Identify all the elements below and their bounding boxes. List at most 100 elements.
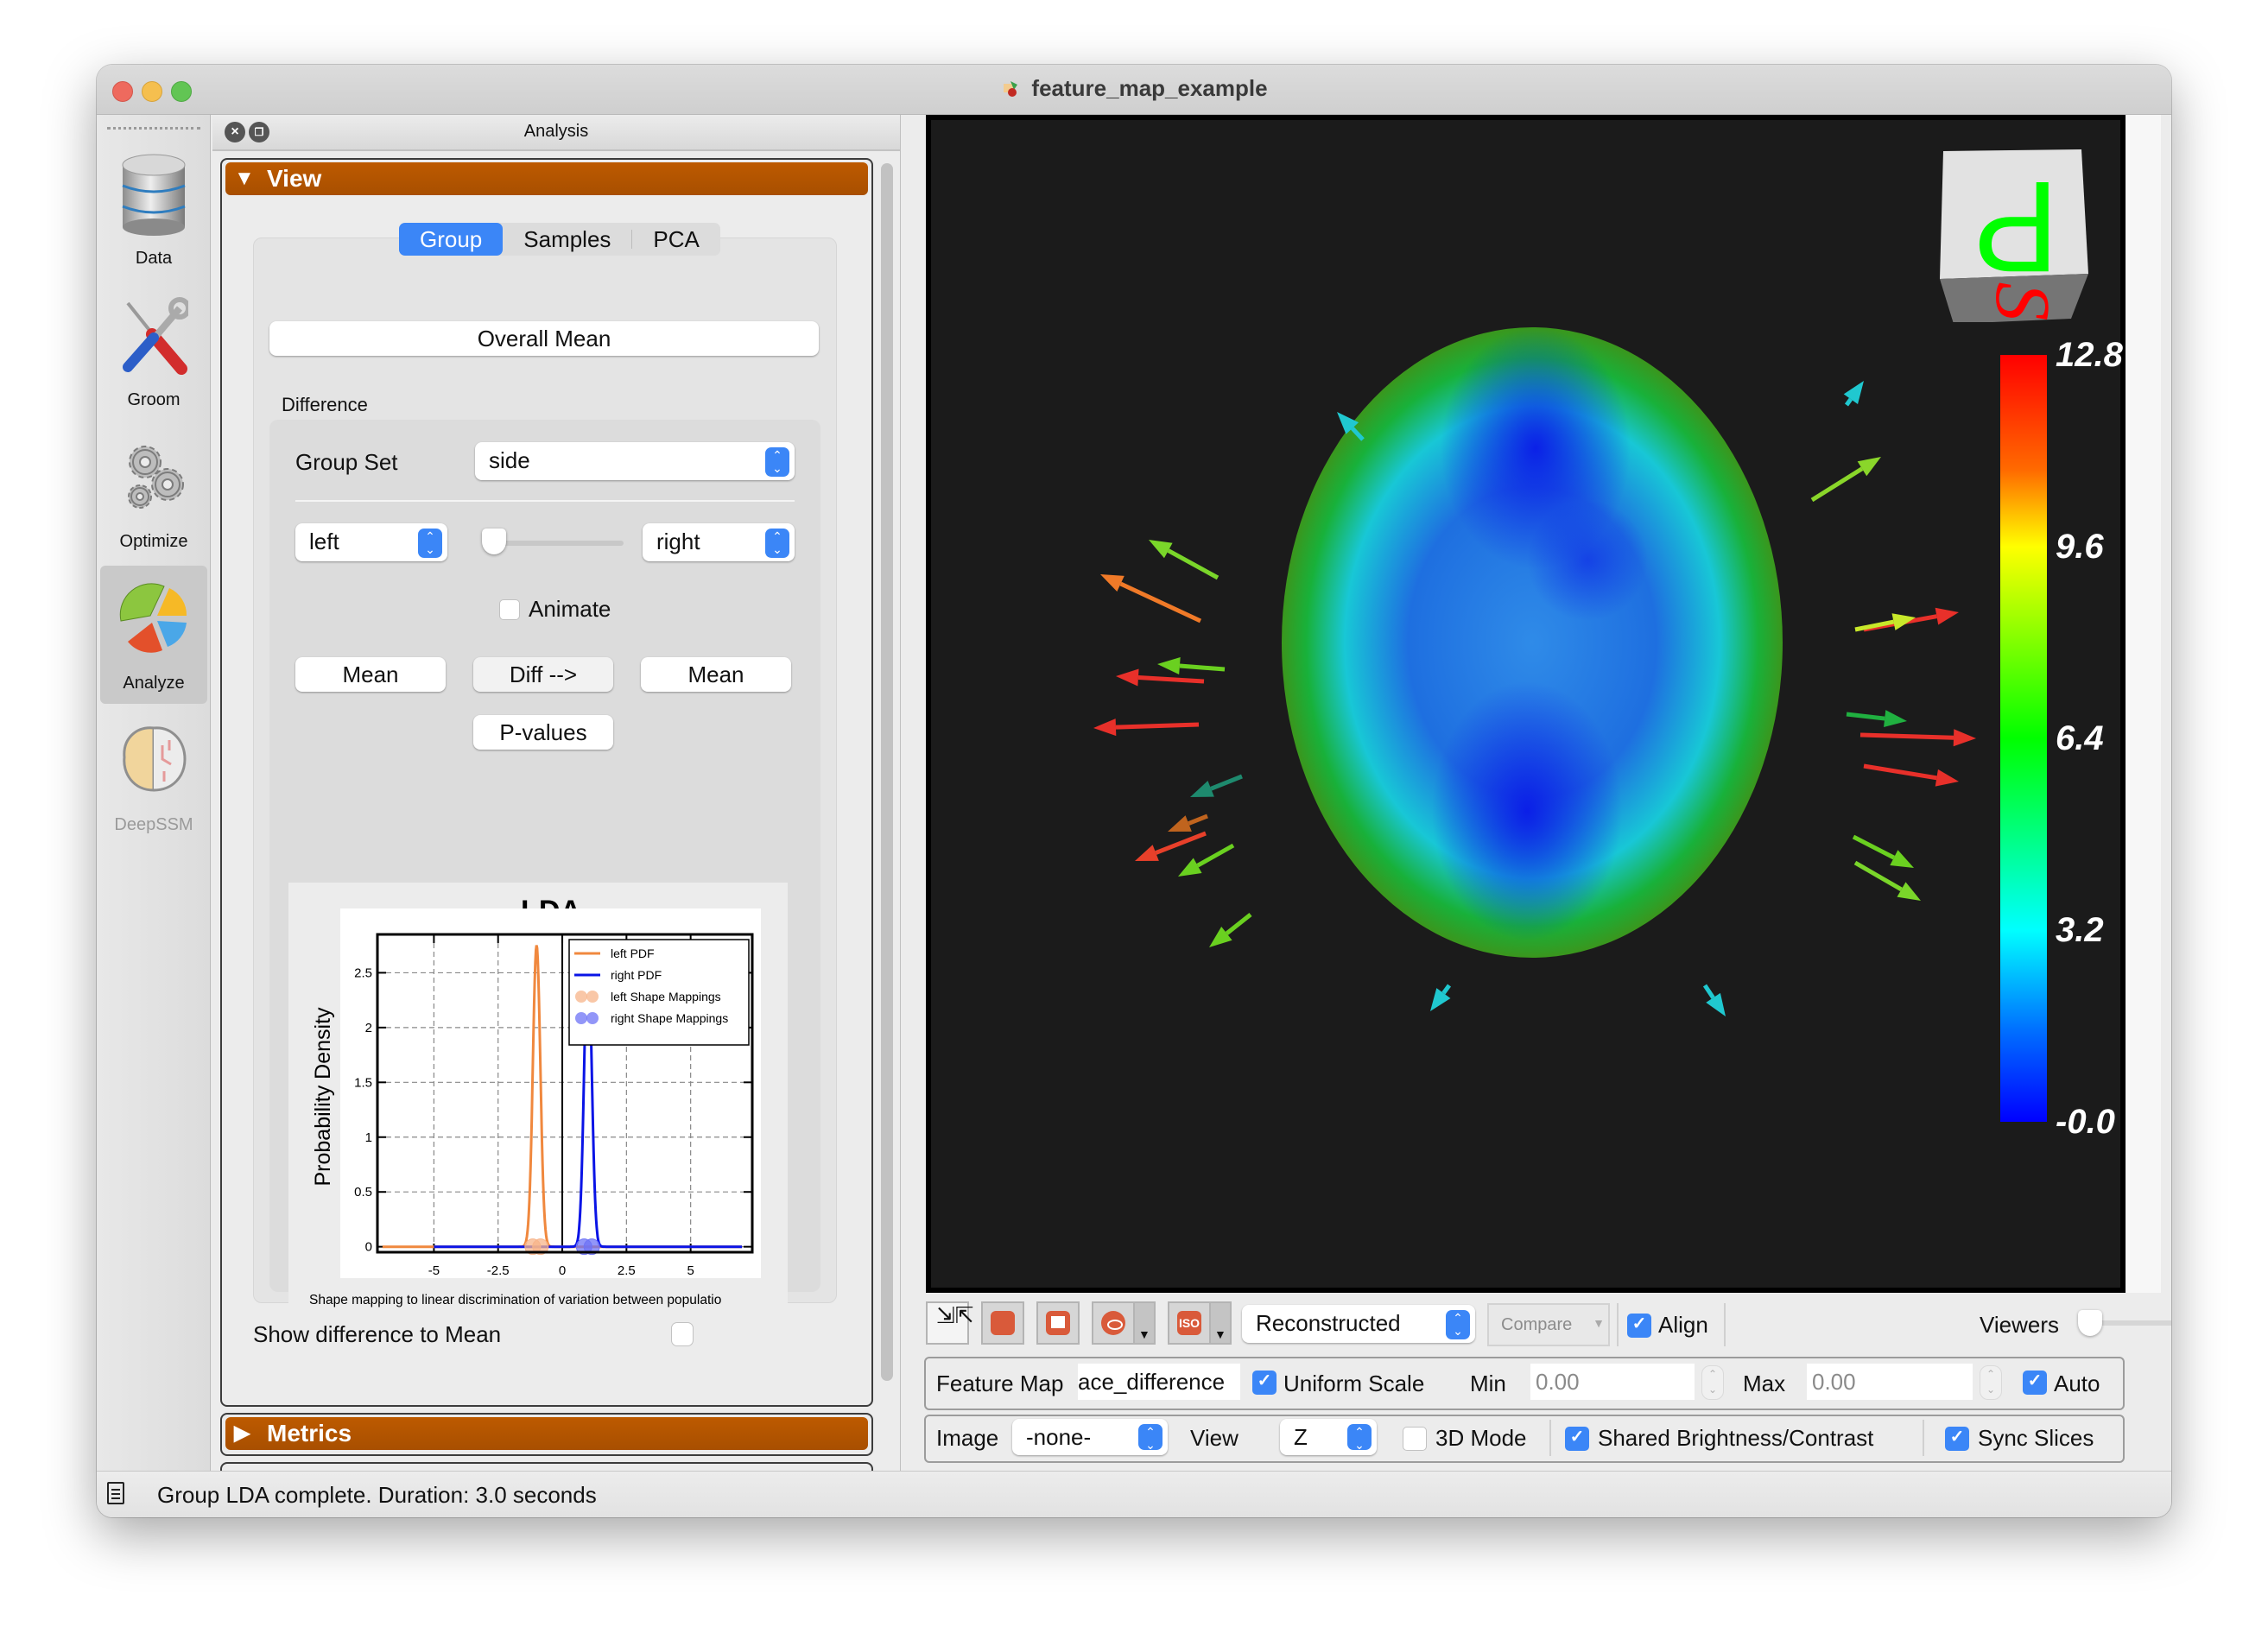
group-slider-handle[interactable] — [482, 529, 506, 554]
right-group-value: right — [656, 529, 700, 554]
min-label: Min — [1470, 1371, 1506, 1396]
min-input[interactable]: 0.00 — [1530, 1364, 1695, 1400]
auto-checkbox[interactable]: ✓ — [2023, 1371, 2047, 1395]
legend-label: left PDF — [611, 946, 655, 960]
max-input[interactable]: 0.00 — [1807, 1364, 1973, 1400]
tab-group[interactable]: Group — [399, 223, 504, 256]
log-document-icon[interactable] — [107, 1482, 124, 1504]
pvalues-button[interactable]: P-values — [473, 715, 613, 750]
difference-label: Difference — [282, 394, 368, 415]
feature-map-label: Feature Map — [936, 1371, 1064, 1396]
left-mean-button[interactable]: Mean — [295, 657, 446, 692]
tab-pca[interactable]: PCA — [632, 223, 719, 256]
panel-scrollbar[interactable] — [877, 158, 895, 1453]
sidebar-label-groom: Groom — [127, 390, 181, 409]
shared-brightness-checkbox[interactable]: ✓ — [1565, 1427, 1589, 1451]
toolbar-separator — [1724, 1303, 1726, 1346]
chart-x-axis-label: Shape mapping to linear discrimination o… — [309, 1293, 721, 1307]
legend-label: left Shape Mappings — [611, 990, 721, 1003]
min-spinner[interactable]: ⌃ ⌄ — [1701, 1365, 1724, 1400]
overall-mean-button[interactable]: Overall Mean — [269, 321, 819, 356]
feature-map-select[interactable]: ace_difference — [1078, 1364, 1240, 1400]
sync-slices-label: Sync Slices — [1978, 1425, 2094, 1451]
viewer-toolbar: ⇲⇱ ▼ ISO ▼ Reconstructed ⌃ ⌄ Compare ▼ ✓ A… — [926, 1301, 2171, 1350]
y-tick-label: 0 — [365, 1240, 372, 1255]
difference-arrow-shaft — [1852, 834, 1896, 860]
compare-button[interactable]: Compare ▼ — [1487, 1303, 1610, 1346]
visibility-dropdown[interactable]: ▼ — [1135, 1301, 1156, 1345]
iso-button[interactable]: ISO — [1168, 1301, 1211, 1345]
view-section: ▼ View Overall Mean Difference Group Set… — [220, 158, 873, 1407]
orientation-cube[interactable]: P S — [1933, 141, 2097, 324]
left-group-value: left — [309, 529, 339, 554]
y-tick-label: 1 — [365, 1130, 372, 1145]
difference-arrow-shaft — [1702, 984, 1715, 999]
viewers-slider[interactable] — [2078, 1310, 2171, 1336]
lda-chart-svg: LDA Probability Density Shape mapping to… — [309, 895, 761, 1307]
right-group-select[interactable]: right ⌃ ⌄ — [643, 523, 795, 561]
diff-button[interactable]: Diff --> — [473, 657, 613, 692]
colorbar — [2000, 355, 2047, 1122]
difference-arrow-shaft — [1210, 774, 1243, 791]
difference-arrow-shaft — [1115, 722, 1200, 730]
analysis-panel: × ❐ Analysis ▼ View Overall Mean Differe… — [212, 115, 901, 1472]
3d-render-area[interactable]: P S 12.8 9.6 6.4 3.2 -0.0 — [931, 120, 2123, 1288]
3d-viewer[interactable]: P S 12.8 9.6 6.4 3.2 -0.0 — [926, 115, 2125, 1293]
3d-mode-checkbox[interactable] — [1403, 1427, 1427, 1451]
sidebar-item-analyze[interactable]: Analyze — [100, 566, 207, 704]
sidebar-item-data[interactable]: Data — [100, 141, 207, 279]
autofit-button[interactable]: ⇲⇱ — [926, 1301, 974, 1345]
surface-button[interactable] — [981, 1301, 1024, 1345]
difference-arrow-head — [1935, 607, 1959, 625]
difference-arrow-head — [1100, 574, 1124, 592]
select-arrows-icon: ⌃ ⌄ — [1347, 1424, 1372, 1452]
animate-checkbox[interactable] — [499, 599, 520, 620]
uniform-scale-label: Uniform Scale — [1283, 1371, 1425, 1396]
group-set-select[interactable]: side ⌃ ⌄ — [475, 442, 795, 480]
group-slider[interactable] — [482, 529, 624, 554]
difference-arrow-shaft — [1137, 675, 1205, 684]
viewers-slider-handle[interactable] — [2078, 1310, 2102, 1336]
colorbar-label: 3.2 — [2056, 911, 2104, 949]
metrics-section-header[interactable]: ▶ Metrics — [225, 1417, 868, 1450]
difference-arrow-shaft — [1167, 548, 1220, 580]
iso-dropdown[interactable]: ▼ — [1211, 1301, 1232, 1345]
difference-arrow-head — [1843, 381, 1864, 404]
difference-arrow-head — [1168, 815, 1192, 832]
view-axis-select[interactable]: Z ⌃ ⌄ — [1280, 1419, 1377, 1455]
difference-arrow-head — [1093, 719, 1117, 737]
brain-icon — [119, 719, 188, 802]
shared-brightness-label: Shared Brightness/Contrast — [1598, 1425, 1874, 1451]
view-section-label: View — [267, 165, 322, 192]
y-tick-label: 2.5 — [354, 965, 372, 980]
sidebar-item-optimize[interactable]: Optimize — [100, 424, 207, 562]
sidebar-drag-handle[interactable] — [107, 127, 200, 133]
align-label: Align — [1658, 1312, 1708, 1338]
uniform-scale-checkbox[interactable]: ✓ — [1252, 1371, 1277, 1395]
visibility-button[interactable] — [1092, 1301, 1135, 1345]
image-select[interactable]: -none- ⌃ ⌄ — [1012, 1419, 1168, 1455]
landmarks-flag-icon — [1046, 1311, 1070, 1335]
difference-arrow-shaft — [1119, 581, 1202, 624]
left-group-select[interactable]: left ⌃ ⌄ — [295, 523, 447, 561]
viewer-side-strip — [2126, 115, 2161, 1293]
align-checkbox[interactable]: ✓ — [1627, 1314, 1651, 1338]
tools-icon — [119, 294, 191, 377]
legend-swatch — [586, 1012, 599, 1024]
compare-label: Compare — [1501, 1315, 1573, 1334]
app-window: feature_map_example Data Groom Optimize … — [97, 65, 2171, 1517]
landmarks-button[interactable] — [1036, 1301, 1080, 1345]
display-mode-select[interactable]: Reconstructed ⌃ ⌄ — [1242, 1305, 1475, 1343]
tab-samples[interactable]: Samples — [503, 223, 631, 256]
sidebar-item-groom[interactable]: Groom — [100, 282, 207, 421]
analysis-panel-title: Analysis — [523, 122, 589, 141]
sync-slices-checkbox[interactable]: ✓ — [1945, 1427, 1969, 1451]
panel-scrollbar-thumb[interactable] — [881, 163, 893, 1381]
lda-chart: LDA Probability Density Shape mapping to… — [288, 883, 788, 1316]
sidebar-item-deepssm[interactable]: DeepSSM — [100, 707, 207, 845]
view-axis-value: Z — [1294, 1424, 1308, 1450]
show-difference-checkbox[interactable] — [671, 1322, 694, 1346]
view-section-header[interactable]: ▼ View — [225, 162, 868, 195]
right-mean-button[interactable]: Mean — [641, 657, 791, 692]
max-spinner[interactable]: ⌃ ⌄ — [1980, 1365, 2002, 1400]
